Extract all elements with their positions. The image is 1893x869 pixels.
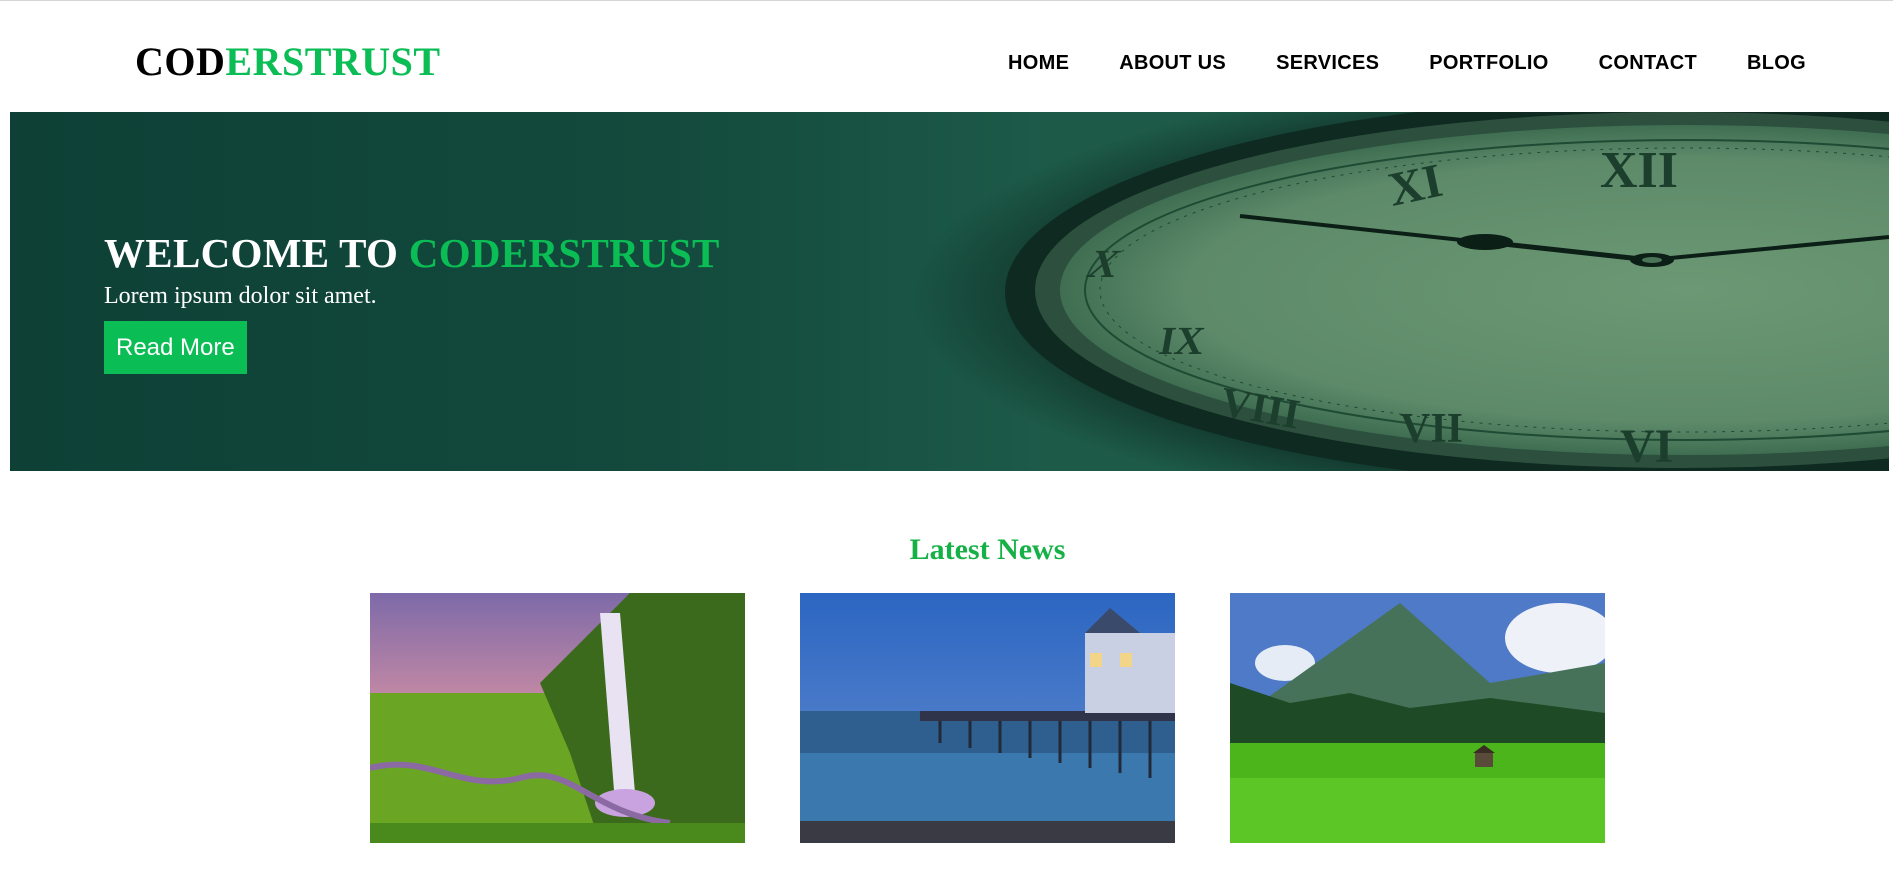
news-card-pier[interactable] bbox=[800, 593, 1175, 843]
nav-contact[interactable]: CONTACT bbox=[1599, 51, 1697, 75]
hero-title-prefix: WELCOME TO bbox=[104, 230, 409, 276]
site-logo[interactable]: CODERSTRUST bbox=[135, 39, 441, 85]
news-card-waterfall[interactable] bbox=[370, 593, 745, 843]
mountain-meadow-photo bbox=[1230, 593, 1605, 843]
waterfall-landscape-photo bbox=[370, 593, 745, 843]
logo-text-green: ERSTRUST bbox=[225, 39, 441, 84]
hero-title-accent: CODERSTRUST bbox=[408, 230, 720, 276]
nav-services[interactable]: SERVICES bbox=[1276, 51, 1379, 75]
svg-text:VII: VII bbox=[1400, 406, 1463, 452]
nav-blog[interactable]: BLOG bbox=[1747, 51, 1806, 75]
main-nav: HOME ABOUT US SERVICES PORTFOLIO CONTACT… bbox=[1008, 51, 1806, 75]
svg-text:XI: XI bbox=[1384, 154, 1447, 217]
nav-home[interactable]: HOME bbox=[1008, 51, 1069, 75]
svg-text:IX: IX bbox=[1156, 318, 1208, 363]
site-header: CODERSTRUST HOME ABOUT US SERVICES PORTF… bbox=[0, 1, 1893, 111]
nav-about-us[interactable]: ABOUT US bbox=[1119, 51, 1226, 75]
news-card-mountain[interactable] bbox=[1230, 593, 1605, 843]
latest-news-heading: Latest News bbox=[909, 533, 1066, 566]
hero-subtitle: Lorem ipsum dolor sit amet. bbox=[104, 283, 377, 309]
pier-seaside-photo bbox=[800, 593, 1175, 843]
svg-text:VI: VI bbox=[1620, 420, 1673, 471]
read-more-button[interactable]: Read More bbox=[104, 321, 247, 374]
logo-text-dark: COD bbox=[135, 39, 226, 84]
hero-banner: XII XI X IX VIII VII VI WELCOME TO CODER… bbox=[10, 112, 1889, 471]
hero-title: WELCOME TO CODERSTRUST bbox=[104, 229, 720, 277]
hero-content: WELCOME TO CODERSTRUST Lorem ipsum dolor… bbox=[104, 229, 720, 374]
nav-portfolio[interactable]: PORTFOLIO bbox=[1429, 51, 1548, 75]
svg-text:XII: XII bbox=[1600, 142, 1678, 199]
